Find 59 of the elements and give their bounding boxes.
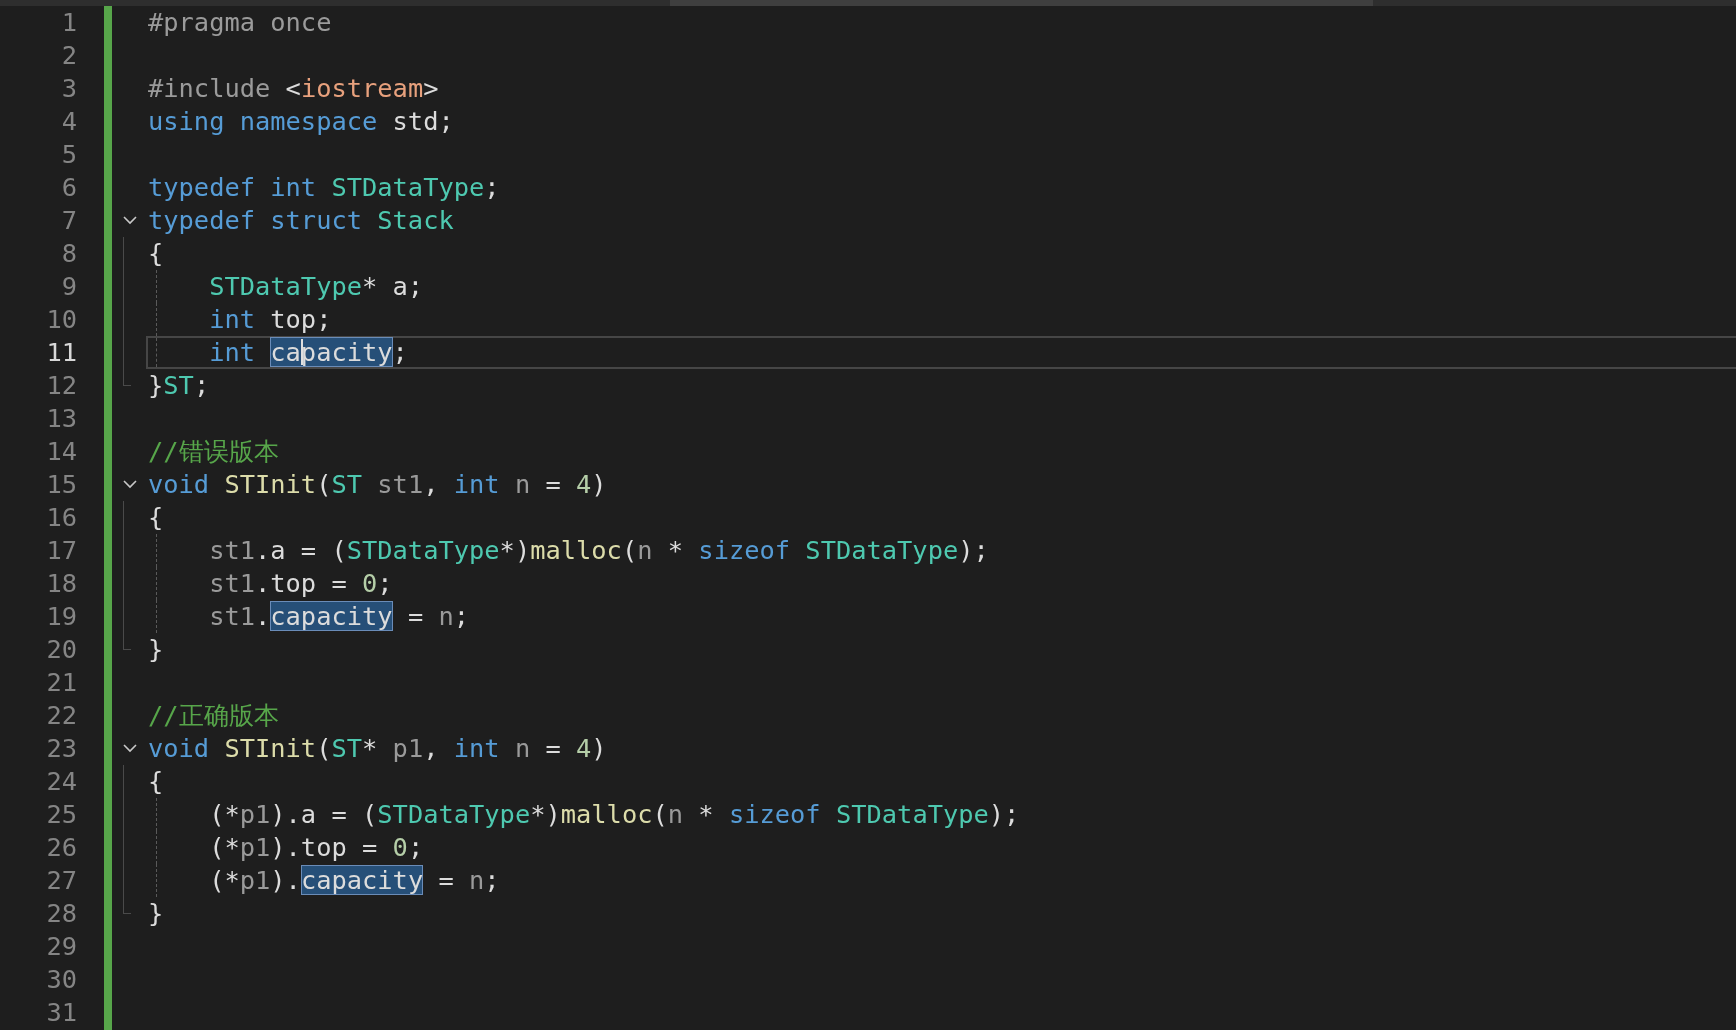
line-number: 9	[61, 270, 77, 303]
line-number: 21	[46, 666, 77, 699]
line-number: 13	[46, 402, 77, 435]
code-line: //正确版本	[148, 700, 279, 731]
code-line: {	[148, 238, 164, 269]
code-line: st1.a = (STDataType*)malloc(n * sizeof STDataType);	[209, 535, 989, 566]
line-number: 10	[46, 303, 77, 336]
line-number: 4	[61, 105, 77, 138]
code-line: st1.top = 0;	[209, 568, 393, 599]
code-line: }	[148, 634, 164, 665]
line-number: 18	[46, 567, 77, 600]
scrollbar[interactable]	[0, 0, 1736, 6]
line-number: 3	[61, 72, 77, 105]
code-line: st1.capacity = n;	[209, 601, 470, 632]
code-line: }	[148, 898, 164, 929]
line-number: 27	[46, 864, 77, 897]
line-number: 24	[46, 765, 77, 798]
code-line: //错误版本	[148, 436, 279, 467]
line-number: 12	[46, 369, 77, 402]
line-number: 16	[46, 501, 77, 534]
line-number: 22	[46, 699, 77, 732]
code-line: int top;	[209, 304, 332, 335]
chevron-icon[interactable]	[123, 744, 137, 753]
line-number: 2	[61, 39, 77, 72]
line-number: 26	[46, 831, 77, 864]
code-line: }ST;	[148, 370, 210, 401]
code-line: {	[148, 766, 164, 797]
line-number: 31	[46, 996, 77, 1029]
code-line: #pragma once	[148, 7, 332, 38]
code-line: typedef struct Stack	[148, 205, 454, 236]
chevron-icon[interactable]	[123, 216, 137, 225]
line-number: 28	[46, 897, 77, 930]
line-number: 8	[61, 237, 77, 270]
code-line: void STInit(ST st1, int n = 4)	[148, 469, 607, 500]
code-line: (*p1).capacity = n;	[209, 865, 500, 896]
line-number: 6	[61, 171, 77, 204]
code-line: #include <iostream>	[148, 73, 439, 104]
code-line: (*p1).top = 0;	[209, 832, 424, 863]
line-number: 19	[46, 600, 77, 633]
code-line: STDataType* a;	[209, 271, 424, 302]
scrollbar-thumb[interactable]	[670, 0, 1373, 6]
code-line: typedef int STDataType;	[148, 172, 500, 203]
line-number: 29	[46, 930, 77, 963]
line-number: 17	[46, 534, 77, 567]
code-line: void STInit(ST* p1, int n = 4)	[148, 733, 607, 764]
code-line: {	[148, 502, 164, 533]
line-number: 1	[61, 6, 77, 39]
line-number: 20	[46, 633, 77, 666]
line-number: 30	[46, 963, 77, 996]
code-line: using namespace std;	[148, 106, 454, 137]
chevron-icon[interactable]	[123, 480, 137, 489]
line-number: 25	[46, 798, 77, 831]
line-number: 14	[46, 435, 77, 468]
line-number: 7	[61, 204, 77, 237]
line-number: 5	[61, 138, 77, 171]
code-line: (*p1).a = (STDataType*)malloc(n * sizeof STDataType);	[209, 799, 1020, 830]
line-number: 23	[46, 732, 77, 765]
line-number: 15	[46, 468, 77, 501]
line-number: 11	[46, 336, 77, 369]
